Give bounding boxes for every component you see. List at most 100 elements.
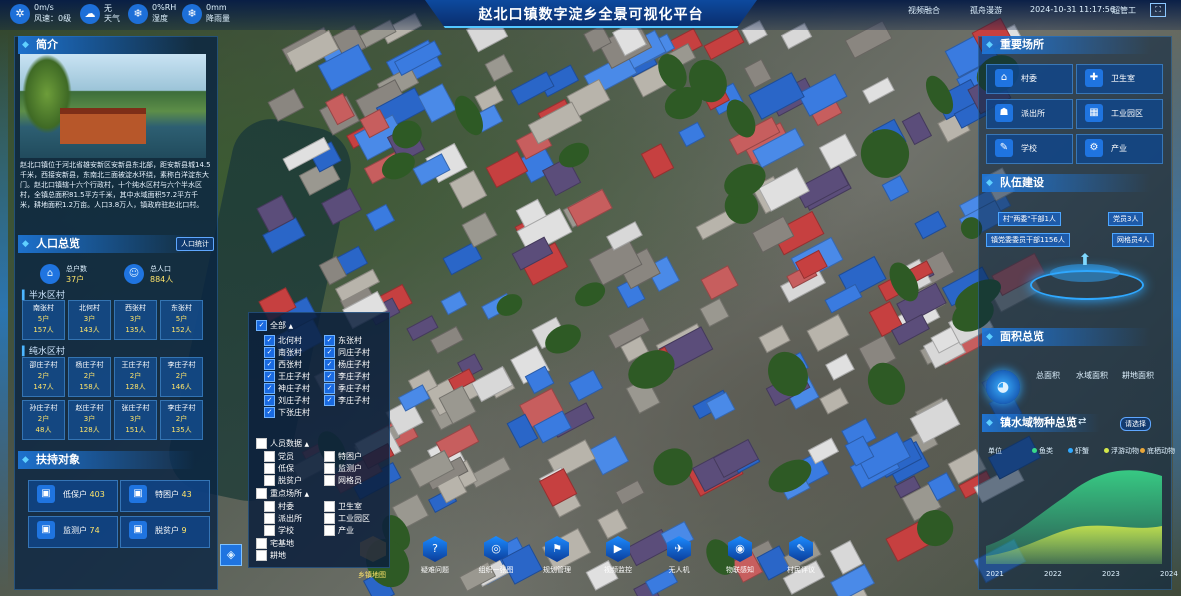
year-tick: 2024: [1160, 570, 1178, 578]
filter-farmland-checkbox[interactable]: ✓耕地: [256, 550, 286, 561]
question-icon: ?: [423, 536, 447, 562]
key-place-school[interactable]: ✎ 学校: [986, 134, 1073, 164]
population-icon: ☺: [124, 264, 144, 284]
filter-places-group[interactable]: ✓重点场所 ▲: [256, 488, 309, 499]
village-cell[interactable]: 赵庄子村 3户 128人: [68, 400, 111, 440]
bottom-nav-item[interactable]: ✎ 村民评议: [776, 536, 826, 575]
village-people: 143人: [79, 326, 100, 334]
filter-place-checkbox[interactable]: ✓卫生室: [324, 501, 362, 512]
filter-village-checkbox[interactable]: ✓ 季庄子村: [324, 383, 370, 394]
filter-village-checkbox[interactable]: ✓ 西张村: [264, 359, 302, 370]
key-place-industry[interactable]: ⚙ 产业: [1076, 134, 1163, 164]
filter-village-checkbox[interactable]: ✓ 北何村: [264, 335, 302, 346]
bottom-nav-item[interactable]: ✈ 无人机: [654, 536, 704, 575]
bottom-nav-item[interactable]: ⚑ 规划管理: [532, 536, 582, 575]
filter-people-checkbox[interactable]: ✓脱贫户: [264, 475, 302, 486]
filter-people-checkbox[interactable]: ✓特困户: [324, 451, 362, 462]
bottom-nav-label: 规划管理: [543, 566, 571, 574]
village-households: 3户: [129, 315, 142, 323]
key-place-medical[interactable]: ✚ 卫生室: [1076, 64, 1163, 94]
village-cell[interactable]: 东张村 5户 152人: [160, 300, 203, 340]
filter-place-checkbox[interactable]: ✓学校: [264, 525, 294, 536]
filter-village-checkbox[interactable]: ✓ 杨庄子村: [324, 359, 370, 370]
village-people: 128人: [125, 383, 146, 391]
village-name: 李庄子村: [167, 404, 196, 412]
support-extreme-poverty[interactable]: ▣ 特困户 43: [120, 480, 210, 512]
swap-icon[interactable]: ⇄: [1078, 416, 1086, 427]
bottom-nav-item[interactable]: ◎ 组织一张图: [471, 536, 521, 575]
village-cell[interactable]: 南张村 5户 157人: [22, 300, 65, 340]
filter-place-checkbox[interactable]: ✓村委: [264, 501, 294, 512]
village-people: 158人: [79, 383, 100, 391]
team-grid-tag[interactable]: 网格员4人: [1112, 233, 1155, 247]
village-households: 3户: [129, 415, 142, 423]
filter-village-checkbox[interactable]: ✓ 南张村: [264, 347, 302, 358]
building-roof: [818, 133, 858, 170]
police-icon: ☗: [995, 104, 1013, 122]
filter-people-checkbox[interactable]: ✓网格员: [324, 475, 362, 486]
team-cadre-tag[interactable]: 镇党委委员干部1156人: [986, 233, 1070, 247]
top-bar: ✲ 0m/s 风速：0级 ☁ 无 天气 ❄ 0%RH 湿度 ❄ 0mm 降雨量 …: [0, 0, 1181, 30]
support-monitored[interactable]: ▣ 监测户 74: [28, 516, 118, 548]
filter-homestead-checkbox[interactable]: ✓宅基地: [256, 538, 294, 549]
filter-village-checkbox[interactable]: ✓ 李庄子村: [324, 395, 370, 406]
village-cell[interactable]: 北何村 3户 143人: [68, 300, 111, 340]
support-low-income[interactable]: ▣ 低保户 403: [28, 480, 118, 512]
building-roof: [462, 211, 498, 248]
bottom-nav-item[interactable]: ? 疑难问题: [410, 536, 460, 575]
filter-people-checkbox[interactable]: ✓党员: [264, 451, 294, 462]
village-cell[interactable]: 王庄子村 2户 128人: [114, 357, 157, 397]
village-cell[interactable]: 邵庄子村 2户 147人: [22, 357, 65, 397]
village-people: 157人: [33, 326, 54, 334]
vote-icon: ✎: [789, 536, 813, 562]
village-households: 5户: [175, 315, 188, 323]
video-fusion-link[interactable]: 视频融合: [908, 5, 940, 16]
support-out-of-poverty[interactable]: ▣ 脱贫户 9: [120, 516, 210, 548]
intro-photo: [20, 54, 206, 158]
village-cell[interactable]: 孙庄子村 2户 48人: [22, 400, 65, 440]
shield-icon: ▣: [37, 485, 55, 503]
village-people: 128人: [79, 426, 100, 434]
key-place-building[interactable]: ⌂ 村委: [986, 64, 1073, 94]
layers-icon[interactable]: ◈: [220, 544, 242, 566]
population-stats-button[interactable]: 人口统计: [176, 237, 214, 251]
key-place-police[interactable]: ☗ 派出所: [986, 99, 1073, 129]
filter-village-checkbox[interactable]: ✓ 下张庄村: [264, 407, 310, 418]
village-cell[interactable]: 张庄子村 3户 151人: [114, 400, 157, 440]
building-icon: ⌂: [995, 69, 1013, 87]
building-roof: [824, 283, 863, 314]
filter-place-checkbox[interactable]: ✓产业: [324, 525, 354, 536]
filter-village-checkbox[interactable]: ✓ 同庄子村: [324, 347, 370, 358]
village-cell[interactable]: 西张村 3户 135人: [114, 300, 157, 340]
village-cell[interactable]: 李庄子村 2户 135人: [160, 400, 203, 440]
filter-village-checkbox[interactable]: ✓ 刘庄子村: [264, 395, 310, 406]
village-name: 赵庄子村: [75, 404, 104, 412]
team-party-tag[interactable]: 党员3人: [1108, 212, 1144, 226]
area-water-label: 水域面积: [1076, 371, 1108, 380]
bottom-nav-item[interactable]: ◉ 物联感知: [715, 536, 765, 575]
village-cell[interactable]: 李庄子村 2户 146人: [160, 357, 203, 397]
legend-item: 虾蟹: [1068, 446, 1089, 456]
house-icon: ▣: [129, 521, 147, 539]
building-roof: [806, 313, 850, 352]
filter-village-checkbox[interactable]: ✓ 神庄子村: [264, 383, 310, 394]
filter-place-checkbox[interactable]: ✓派出所: [264, 513, 302, 524]
filter-people-checkbox[interactable]: ✓监测户: [324, 463, 362, 474]
village-people: 152人: [171, 326, 192, 334]
species-select[interactable]: 请选择: [1120, 417, 1151, 431]
team-committee-tag[interactable]: 村"两委"干部1人: [998, 212, 1061, 226]
filter-village-checkbox[interactable]: ✓ 王庄子村: [264, 371, 310, 382]
village-cell[interactable]: 杨庄子村 2户 158人: [68, 357, 111, 397]
fullscreen-icon[interactable]: ⛶: [1150, 3, 1166, 17]
species-area-chart: [986, 470, 1162, 564]
filter-village-checkbox[interactable]: ✓ 李庄子村: [324, 371, 370, 382]
filter-all[interactable]: ✓ 全部 ▲: [256, 320, 293, 331]
bottom-nav-item[interactable]: ▶ 视频监控: [593, 536, 643, 575]
key-place-factory[interactable]: ▦ 工业园区: [1076, 99, 1163, 129]
filter-village-checkbox[interactable]: ✓ 东张村: [324, 335, 362, 346]
filter-place-checkbox[interactable]: ✓工业园区: [324, 513, 370, 524]
households-value: 37户: [66, 275, 85, 284]
filter-people-checkbox[interactable]: ✓低保: [264, 463, 294, 474]
filter-people-group[interactable]: ✓人员数据 ▲: [256, 438, 309, 449]
user-name[interactable]: 超管工: [1112, 5, 1136, 16]
